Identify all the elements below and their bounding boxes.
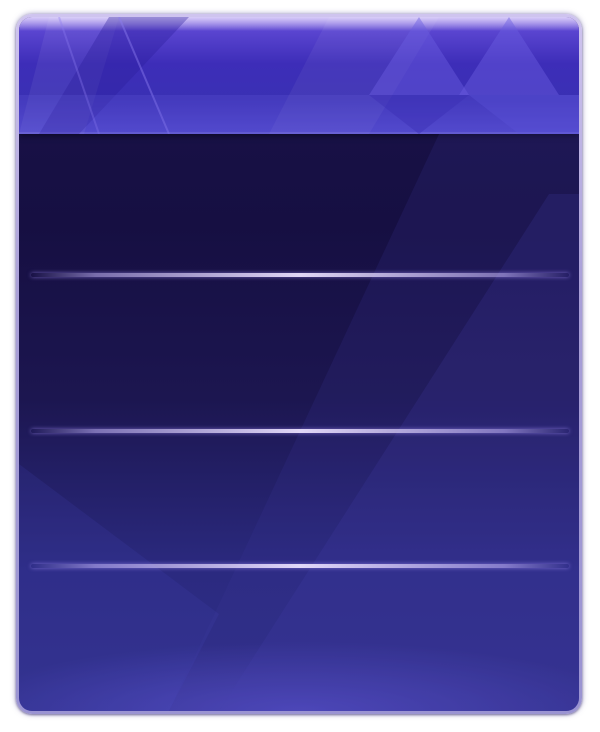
panel xyxy=(19,17,579,711)
panel-header xyxy=(19,17,579,134)
row-divider xyxy=(31,564,569,568)
header-pattern xyxy=(19,17,579,134)
row-divider xyxy=(31,429,569,433)
row-divider xyxy=(31,273,569,277)
list-item xyxy=(31,142,569,272)
list-item xyxy=(31,570,569,695)
list-item xyxy=(31,279,569,429)
panel-frame xyxy=(16,14,582,714)
list-item xyxy=(31,435,569,563)
header-band xyxy=(19,95,579,134)
